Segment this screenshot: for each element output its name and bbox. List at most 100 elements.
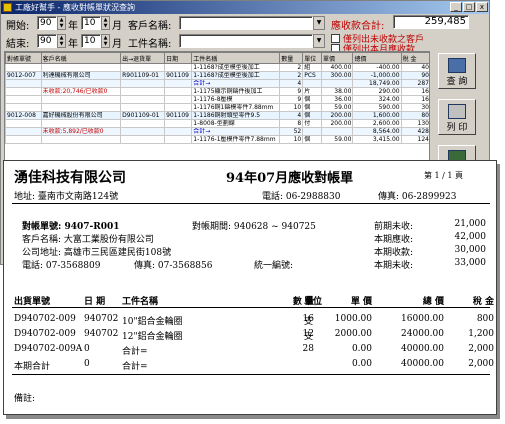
tax-id: 統一編號: (254, 261, 294, 271)
grid-column-header[interactable]: 數量 (279, 52, 304, 64)
grid-cell (5, 63, 42, 72)
grid-row[interactable]: 1-1176銅1鑄模零件7.88mm 10 個 59.00 590.00 30 (5, 103, 429, 112)
grid-cell: PCS (302, 71, 323, 80)
grid-row[interactable]: 合計→ 4 18,749.00 287 (5, 79, 429, 88)
grid-cell: -1,000.00 (352, 71, 402, 80)
customer-name: 客戶名稱: 大富工業股份有限公司 (22, 235, 154, 245)
report-cell: 2,000 (468, 344, 494, 354)
product-label: 工件名稱: (128, 39, 172, 50)
grid-row[interactable]: 1-1176-8壓模 9 個 36.00 324.00 16 (5, 95, 429, 104)
start-year-spinner[interactable]: ▲ ▼ (57, 16, 66, 30)
start-year-input[interactable]: 90 (37, 16, 57, 30)
end-year-input[interactable]: 90 (37, 34, 57, 48)
grid-cell: 2,600.00 (352, 119, 402, 128)
grid-cell: 18,749.00 (352, 79, 402, 88)
customer-dropdown-icon[interactable]: ▼ (313, 16, 325, 30)
grid-row[interactable]: 未收款:20,746/已收款0 1-1175顯示銅鑄件後加工 9 片 38.00 290.… (5, 87, 429, 96)
grid-cell: 428 (400, 127, 429, 136)
grid-cell (164, 63, 193, 72)
grid-cell: 130 (400, 119, 429, 128)
grid-column-header[interactable]: 客戶名稱 (40, 52, 122, 64)
grid-cell (120, 127, 166, 136)
grid-row[interactable]: 1-1168?成型模型後加工 2 組 400.00 -400.00 40 (5, 63, 429, 72)
grid-cell (302, 79, 323, 88)
report-cell: 28 (302, 344, 314, 354)
grid-cell: 324.00 (352, 95, 402, 104)
grid-row[interactable]: 1-1176-1壓模件零件7.88mm 10 個 59.00 3,415.00 124 (5, 135, 429, 144)
grid-row[interactable]: 1-8008-型劃線 8 付 200.00 2,600.00 130 (5, 119, 429, 128)
grid-column-header[interactable]: 單位 (302, 52, 323, 64)
grid-cell (120, 95, 166, 104)
grid-cell: 590.00 (352, 103, 402, 112)
company-fax: 傳真: 06-2899923 (378, 192, 457, 202)
grid-cell: 1-1175顯示銅鑄件後加工 (191, 87, 281, 96)
grid-cell: 10 (279, 103, 304, 112)
report-column-header: 稅 金 (472, 297, 494, 307)
grid-column-header[interactable]: 單價 (321, 52, 354, 64)
grid-row[interactable]: 未收款:5,892/已收款0 合計→ 52 8,564.00 428 (5, 127, 429, 136)
grid-cell (164, 87, 193, 96)
query-button[interactable]: 查 詢 (438, 53, 476, 89)
report-cell: 40000.00 (401, 359, 444, 369)
grid-cell: 4 (279, 111, 304, 120)
grid-cell: 36.00 (321, 95, 354, 104)
summary-value: 33,000 (454, 258, 487, 268)
close-button[interactable]: x (476, 2, 488, 12)
customer-select[interactable] (179, 16, 313, 30)
summary-label: 本期收款: (374, 248, 414, 258)
end-year-spinner[interactable]: ▲ ▼ (57, 34, 66, 48)
print-button[interactable]: 列 印 (438, 99, 476, 135)
report-cell: 12"鋁合金輪圈 (122, 332, 183, 342)
report-cell: 合計= (122, 347, 148, 357)
grid-row[interactable]: 9012-007 利達機械有限公司 R901109-01 901109 1-1168?成… (5, 71, 429, 80)
grid-cell: 38.00 (321, 87, 354, 96)
company-phone: 電話: 06-2988830 (262, 192, 341, 202)
grid-cell: 9012-007 (5, 71, 42, 80)
grid-cell: 組 (302, 63, 323, 72)
grid-cell: 個 (302, 111, 323, 120)
report-cell: 1,200 (468, 329, 494, 339)
start-month-spinner[interactable]: ▲ ▼ (101, 16, 110, 30)
report-cell: D940702-009 (14, 329, 76, 339)
grid-cell (120, 87, 166, 96)
product-dropdown-icon[interactable]: ▼ (313, 34, 325, 48)
grid-column-header[interactable]: 出→退貨單 (120, 52, 166, 64)
grid-column-header[interactable]: 對帳單號 (5, 52, 42, 64)
grid-column-header[interactable]: 日期 (164, 52, 193, 64)
customer-address: 公司地址: 高雄市三民區建民街108號 (22, 248, 172, 258)
grid-cell (40, 135, 122, 144)
report-cell: 0 (84, 344, 90, 354)
report-cell: 800 (476, 314, 494, 324)
grid-cell: 901109 (164, 111, 193, 120)
report-cell: 0.00 (351, 344, 372, 354)
grid-cell: 16 (400, 95, 429, 104)
grid-cell (5, 119, 42, 128)
grid-column-header[interactable]: 稅 金 (400, 52, 429, 64)
end-month-input[interactable]: 10 (81, 34, 101, 48)
grid-cell: 嘉好機械股份有限公司 (40, 111, 122, 120)
grid-cell: 400.00 (321, 63, 354, 72)
grid-cell: 9012-008 (5, 111, 42, 120)
summary-value: 21,000 (454, 219, 487, 229)
grid-cell: 8 (279, 119, 304, 128)
minimize-button[interactable]: _ (450, 2, 462, 12)
maximize-button[interactable]: □ (463, 2, 475, 12)
end-month-spinner[interactable]: ▲ ▼ (101, 34, 110, 48)
report-cell: 16000.00 (401, 314, 444, 324)
grid-cell: D901109-01 (120, 111, 166, 120)
end-label: 結束: (6, 39, 30, 50)
print-preview-report: 湧佳科技有限公司 94年07月應收對帳單 第 1 / 1 頁 地址: 臺南市文南… (3, 160, 497, 415)
grid-cell (164, 95, 193, 104)
grid-cell: 9 (279, 95, 304, 104)
grid-cell: 59.00 (321, 135, 354, 144)
grid-column-header[interactable]: 工件名稱 (191, 52, 281, 64)
start-month-input[interactable]: 10 (81, 16, 101, 30)
grid-cell (120, 119, 166, 128)
grid-cell (40, 95, 122, 104)
grid-column-header[interactable]: 總價 (352, 52, 402, 64)
report-cell: 10"鋁合金輪圈 (122, 317, 183, 327)
product-select[interactable] (179, 34, 313, 48)
divider (12, 203, 490, 204)
report-cell: 2000.00 (334, 329, 372, 339)
grid-row[interactable]: 9012-008 嘉好機械股份有限公司 D901109-01 901109 1-1186… (5, 111, 429, 120)
